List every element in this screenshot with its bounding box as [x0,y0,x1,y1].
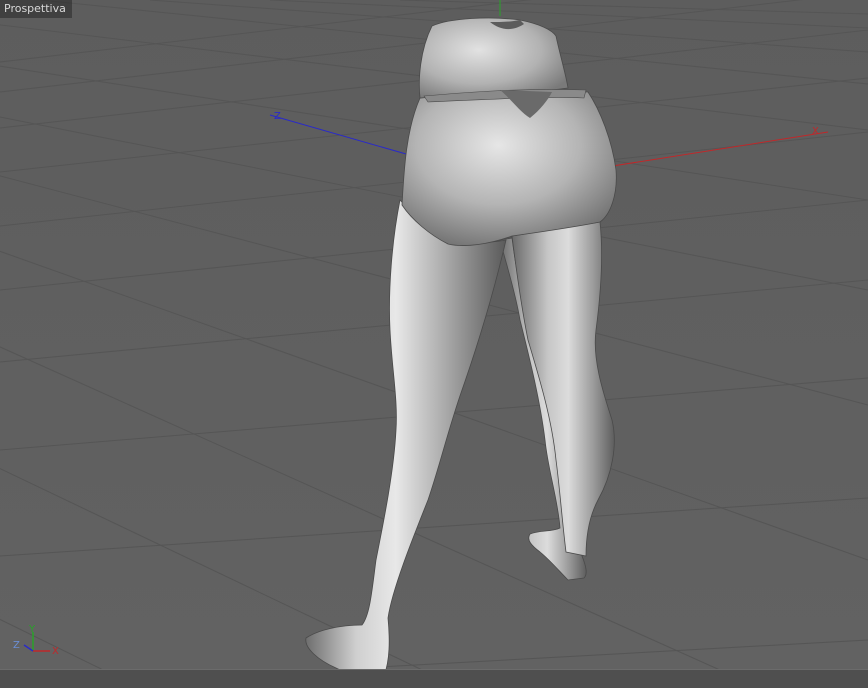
gizmo-y-label: Y [28,624,36,635]
waist-top [418,17,569,99]
viewport-title[interactable]: Prospettiva [0,0,72,18]
gizmo-z-label: Z [13,640,20,651]
left-leg [305,199,507,679]
world-x-label: X [812,126,819,137]
viewport-bottom-strip [0,669,868,688]
perspective-viewport[interactable]: Prospettiva Z X Y Z X [0,0,868,688]
world-z-axis [269,114,421,159]
3d-scene[interactable]: Z X Y Z X [0,0,868,688]
world-z-label: Z [274,111,281,122]
legs-mesh[interactable] [305,17,617,679]
world-x-axis [599,131,829,169]
hips [401,90,617,246]
gizmo-x-label: X [52,646,59,657]
gizmo-z-axis [23,644,34,652]
